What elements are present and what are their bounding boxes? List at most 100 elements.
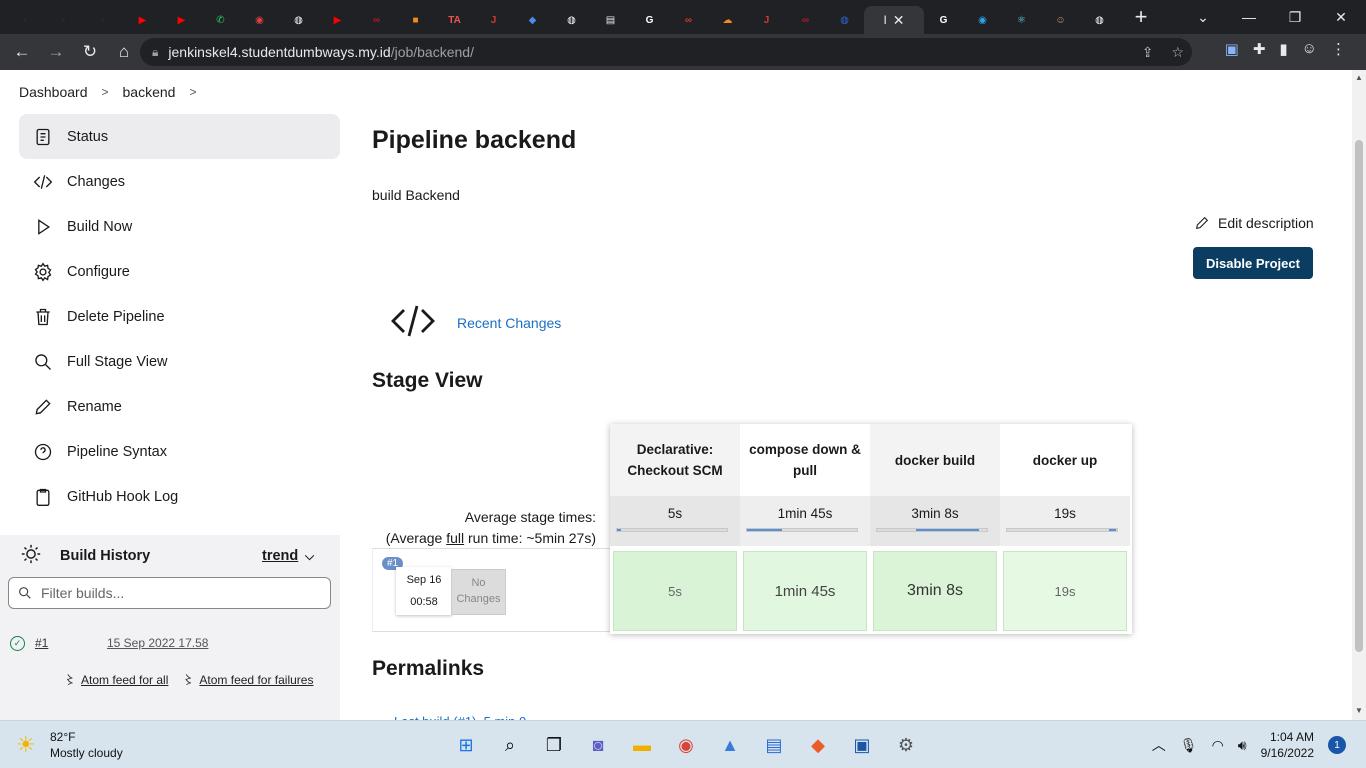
minimize-button[interactable]: — (1226, 9, 1272, 25)
browser-tab[interactable]: G (924, 6, 963, 34)
full-run-link[interactable]: full (446, 530, 464, 546)
tab-search-icon[interactable]: ⌄ (1180, 9, 1226, 26)
stage-cell[interactable]: 19s (1003, 551, 1127, 631)
address-bar[interactable]: 🔒︎ jenkinskel4.studentdumbways.my.id/job… (140, 38, 1192, 66)
menu-icon[interactable]: ⋮ (1331, 40, 1346, 58)
breadcrumb-dashboard[interactable]: Dashboard (19, 84, 88, 100)
browser-tab[interactable]: J (747, 6, 786, 34)
browser-tab[interactable]: ◐ (84, 6, 123, 34)
disable-project-button[interactable]: Disable Project (1193, 247, 1313, 279)
chevron-right-icon[interactable]: > (189, 85, 196, 99)
sidebar-item-build-now[interactable]: Build Now (19, 204, 340, 249)
browser-tab[interactable]: ◐ (45, 6, 84, 34)
close-window-button[interactable]: ✕ (1318, 9, 1364, 26)
browser-tab[interactable]: ∞ (357, 6, 396, 34)
volume-icon[interactable]: 🔊︎ (1238, 737, 1247, 754)
reload-icon[interactable]: ↻ (74, 36, 106, 68)
browser-tab[interactable]: ◐ (6, 6, 45, 34)
teams-chat-icon[interactable]: ◙ (582, 729, 614, 761)
image-viewer-icon[interactable]: ▣ (846, 729, 878, 761)
sidebar-item-github-hook-log[interactable]: GitHub Hook Log (19, 474, 340, 519)
chevron-up-icon[interactable]: ︿ (1152, 735, 1166, 755)
stage-cell[interactable]: 3min 8s (873, 551, 997, 631)
recent-changes-link[interactable]: Recent Changes (457, 315, 561, 331)
sidebar-item-full-stage-view[interactable]: Full Stage View (19, 339, 340, 384)
photos-icon[interactable]: ▲ (714, 729, 746, 761)
stage-cell[interactable]: 5s (613, 551, 737, 631)
wifi-icon[interactable]: ◠ (1212, 737, 1224, 754)
close-tab-icon[interactable]: ✕ (893, 12, 905, 29)
globe-icon: ◍ (294, 14, 303, 26)
home-icon[interactable]: ⌂ (108, 36, 140, 68)
build-number-link[interactable]: #1 (35, 636, 48, 650)
sidebar-item-rename[interactable]: Rename (19, 384, 340, 429)
atom-feed-all-link[interactable]: Atom feed for all (81, 673, 168, 687)
browser-tab[interactable]: ▶ (123, 6, 162, 34)
chevron-down-icon[interactable]: ⌵ (305, 549, 314, 564)
browser-tab[interactable]: ◆ (513, 6, 552, 34)
chrome-icon[interactable]: ◉ (670, 729, 702, 761)
profile-avatar-icon[interactable]: ☺ (1302, 40, 1317, 58)
notification-badge[interactable]: 1 (1328, 736, 1346, 754)
settings-icon[interactable]: ⚙ (890, 729, 922, 761)
scrollbar-thumb[interactable] (1355, 140, 1363, 652)
browser-tab[interactable]: ▶ (162, 6, 201, 34)
git-icon[interactable]: ◆ (802, 729, 834, 761)
browser-tab[interactable]: ■ (396, 6, 435, 34)
sidebar-item-pipeline-syntax[interactable]: Pipeline Syntax (19, 429, 340, 474)
sidebar-item-changes[interactable]: Changes (19, 159, 340, 204)
edit-description-link[interactable]: Edit description (1194, 215, 1314, 231)
lock-icon[interactable]: 🔒︎ (152, 45, 158, 60)
browser-tab[interactable]: ∞ (669, 6, 708, 34)
microphone-icon[interactable]: 🎙︎ (1180, 737, 1198, 754)
screen-capture-icon[interactable]: ▣ (1225, 40, 1239, 58)
task-view-icon[interactable]: ❐ (538, 729, 570, 761)
extensions-icon[interactable]: ✚ (1253, 40, 1266, 58)
windows-start-icon[interactable]: ⊞ (450, 729, 482, 761)
clock-date: 9/16/2022 (1260, 746, 1314, 760)
weather-widget[interactable]: ☀ 82°F Mostly cloudy (16, 729, 123, 761)
atom-feed-failures-link[interactable]: Atom feed for failures (199, 673, 313, 687)
browser-tab[interactable]: ◍ (1080, 6, 1119, 34)
browser-tab[interactable]: ☺ (1041, 6, 1080, 34)
browser-tab[interactable]: TA (435, 6, 474, 34)
clock[interactable]: 1:04 AM 9/16/2022 (1261, 729, 1314, 761)
browser-tab-active[interactable]: I ✕ (864, 6, 924, 34)
page-scrollbar[interactable]: ▲ ▼ (1352, 70, 1366, 720)
browser-tab[interactable]: J (474, 6, 513, 34)
stage-cell[interactable]: 1min 45s (743, 551, 867, 631)
sidebar-item-configure[interactable]: Configure (19, 249, 340, 294)
share-icon[interactable]: ⇪ (1142, 44, 1154, 61)
side-panel-icon[interactable]: ▮ (1279, 40, 1287, 58)
new-tab-button[interactable]: + (1127, 3, 1155, 31)
search-icon[interactable]: ⌕ (494, 729, 526, 761)
no-changes-box[interactable]: No Changes (451, 569, 506, 615)
browser-tab[interactable]: ∞ (786, 6, 825, 34)
bookmark-star-icon[interactable]: ☆ (1171, 44, 1184, 61)
scroll-up-icon[interactable]: ▲ (1355, 73, 1363, 82)
notepad-icon[interactable]: ▤ (758, 729, 790, 761)
browser-tab[interactable]: ▤ (591, 6, 630, 34)
sidebar-item-status[interactable]: Status (19, 114, 340, 159)
browser-tab[interactable]: ◍ (279, 6, 318, 34)
browser-tab[interactable]: ⚛ (1002, 6, 1041, 34)
filter-builds-input[interactable]: Filter builds... (8, 577, 331, 609)
browser-tab[interactable]: ▶ (318, 6, 357, 34)
browser-tab[interactable]: ✆ (201, 6, 240, 34)
browser-tab[interactable]: ◍ (825, 6, 864, 34)
browser-tab[interactable]: G (630, 6, 669, 34)
sidebar-item-delete-pipeline[interactable]: Delete Pipeline (19, 294, 340, 339)
stage-name: Declarative: Checkout SCM (610, 424, 740, 496)
breadcrumb-backend[interactable]: backend (123, 84, 176, 100)
forward-icon[interactable]: → (40, 36, 72, 68)
browser-tab[interactable]: ◍ (552, 6, 591, 34)
file-explorer-icon[interactable]: ▬ (626, 729, 658, 761)
browser-tab[interactable]: ☁ (708, 6, 747, 34)
build-date-link[interactable]: 15 Sep 2022 17.58 (107, 636, 208, 650)
browser-tab[interactable]: ◉ (963, 6, 1002, 34)
maximize-button[interactable]: ❐ (1272, 9, 1318, 26)
back-icon[interactable]: ← (6, 36, 38, 68)
trend-link[interactable]: trend (262, 548, 298, 564)
browser-tab[interactable]: ◉ (240, 6, 279, 34)
scroll-down-icon[interactable]: ▼ (1355, 706, 1363, 715)
